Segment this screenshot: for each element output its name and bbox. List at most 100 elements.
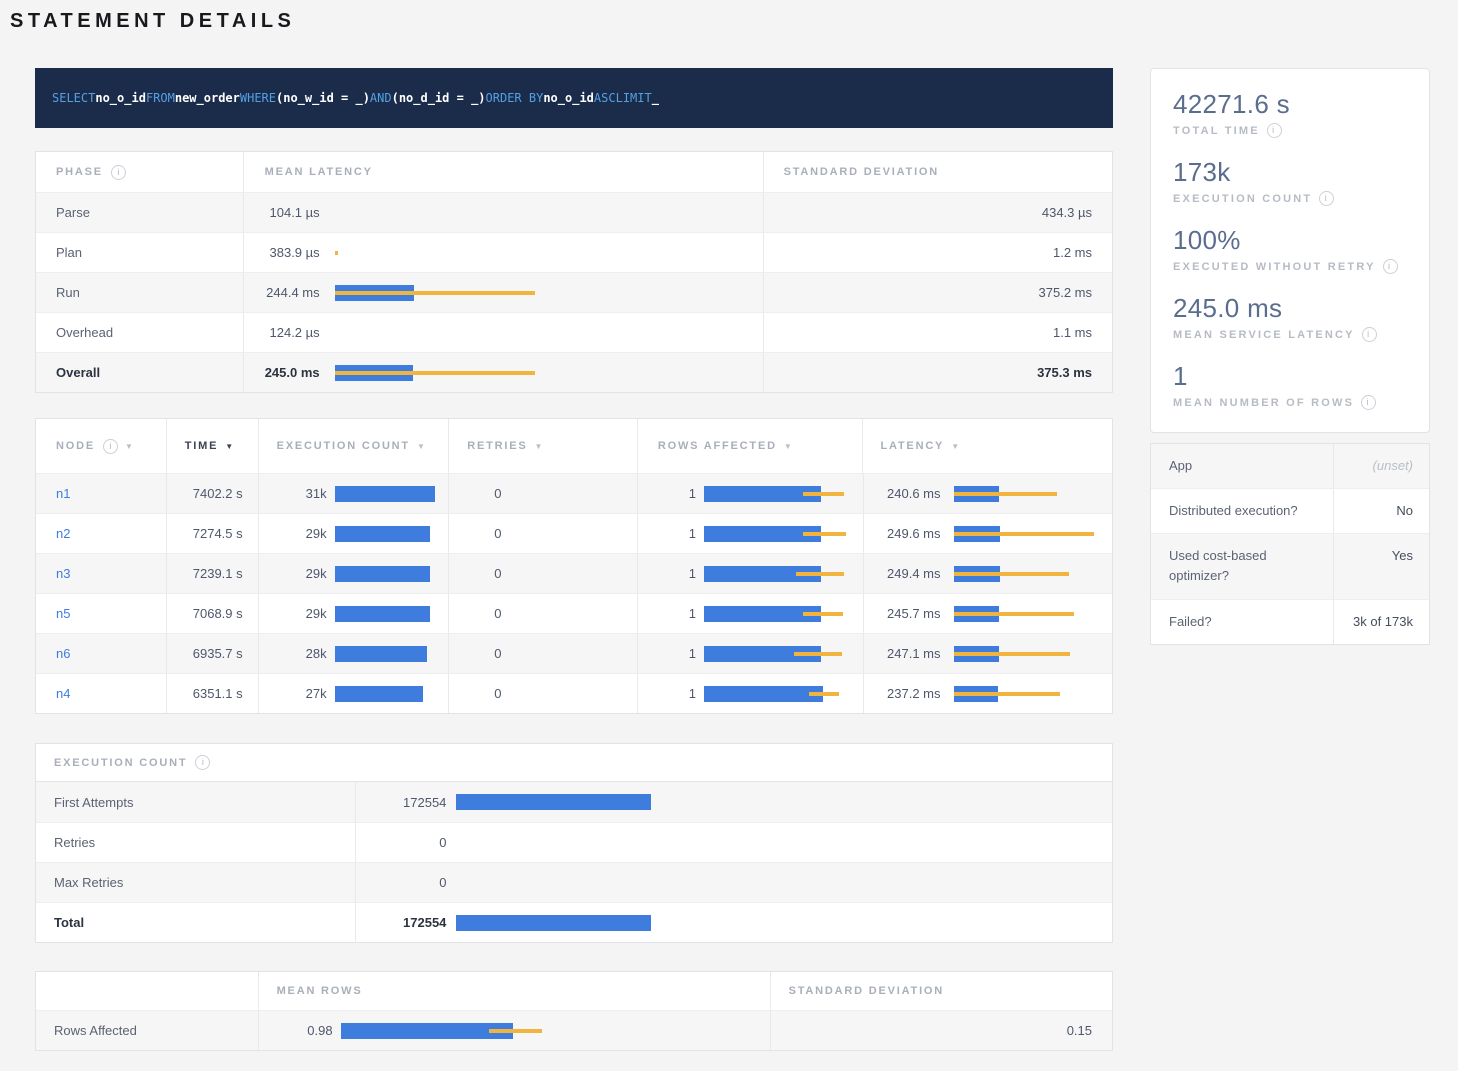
phase-label: Overall [56,365,100,380]
stat-mean-number-of-rows: 1 MEAN NUMBER OF ROWSi [1173,361,1407,410]
sort-header-execution-count[interactable]: EXECUTION COUNT ▼ [258,419,449,473]
info-icon[interactable]: i [1319,191,1334,206]
row-label: Total [54,915,84,930]
detail-label: Failed? [1151,600,1333,644]
detail-label: Distributed execution? [1151,489,1333,533]
sql-token: no_o_id [95,91,146,105]
time-value: 6351.1 s [193,686,243,701]
row-label: Retries [54,835,95,850]
execution-count-bar [335,686,450,702]
latency-bar [335,365,765,381]
table-row: n4 6351.1 s 27k 0 1 237.2 ms [36,673,1112,713]
node-link[interactable]: n3 [56,566,70,581]
mean-rows-bar [341,1023,761,1039]
std-dev-header-cell: STANDARD DEVIATION [763,152,1112,192]
page-title: STATEMENT DETAILS [10,10,1458,33]
node-table: NODE i ▼ TIME ▼ EXECUTION COUNT ▼ RETRIE… [35,418,1113,714]
stat-label: EXECUTION COUNTi [1173,191,1407,206]
latency-bar [335,205,765,221]
statement-details-layout: SELECT no_o_id FROM new_order WHERE (no_… [35,68,1428,1051]
stat-total-time: 42271.6 s TOTAL TIMEi [1173,89,1407,138]
detail-label: App [1151,444,1333,488]
latency-bar [335,325,765,341]
detail-row-distributed-execution: Distributed execution? No [1151,488,1429,533]
stat-label: EXECUTED WITHOUT RETRYi [1173,259,1407,274]
mean-latency-value: 245.0 ms [250,365,320,380]
sql-token: ASC [594,91,616,105]
retries-value: 0 [494,486,501,501]
sort-desc-icon: ▼ [784,442,792,451]
sort-header-rows-affected[interactable]: ROWS AFFECTED ▼ [637,419,863,473]
sql-token: AND [370,91,392,105]
table-row: n1 7402.2 s 31k 0 1 240.6 ms [36,473,1112,513]
info-icon[interactable]: i [111,165,126,180]
sql-token: WHERE [240,91,276,105]
std-dev-value: 1.2 ms [1053,245,1092,260]
execution-count-table: EXECUTION COUNT i First Attempts 172554 … [35,743,1113,943]
std-dev-value: 375.3 ms [1037,365,1092,380]
info-icon[interactable]: i [1361,395,1376,410]
details-card: App (unset) Distributed execution? No Us… [1150,443,1430,645]
sort-desc-icon: ▼ [125,442,133,451]
latency-value: 245.7 ms [878,606,941,621]
phase-label: Plan [56,245,82,260]
retries-value: 0 [494,526,501,541]
detail-value: No [1333,489,1429,533]
sql-token: _ [652,91,659,105]
detail-value: Yes [1333,534,1429,598]
execution-count-value: 29k [277,566,327,581]
node-link[interactable]: n6 [56,646,70,661]
latency-bar [954,566,1099,582]
table-row: n3 7239.1 s 29k 0 1 249.4 ms [36,553,1112,593]
node-link[interactable]: n5 [56,606,70,621]
node-table-header: NODE i ▼ TIME ▼ EXECUTION COUNT ▼ RETRIE… [36,419,1112,473]
sql-token: ORDER BY [486,91,544,105]
execution-count-value: 31k [277,486,327,501]
phase-header-cell: PHASE i [36,152,243,192]
node-link[interactable]: n1 [56,486,70,501]
sort-header-retries[interactable]: RETRIES ▼ [448,419,637,473]
phase-table: PHASE i MEAN LATENCY STANDARD DEVIATION … [35,151,1113,393]
stat-executed-without-retry: 100% EXECUTED WITHOUT RETRYi [1173,225,1407,274]
info-icon[interactable]: i [103,439,118,454]
sort-header-time[interactable]: TIME ▼ [166,419,258,473]
sort-header-node[interactable]: NODE i ▼ [36,419,166,473]
time-value: 7274.5 s [193,526,243,541]
retries-value: 0 [494,606,501,621]
rows-affected-value: 1 [638,566,696,581]
summary-card: 42271.6 s TOTAL TIMEi 173k EXECUTION COU… [1150,68,1430,433]
node-link[interactable]: n4 [56,686,70,701]
latency-bar [335,245,765,261]
detail-row-cost-based-optimizer: Used cost-based optimizer? Yes [1151,533,1429,598]
table-row: Parse 104.1 µs 434.3 µs [36,192,1112,232]
table-row: Run 244.4 ms 375.2 ms [36,272,1112,312]
latency-bar [954,486,1099,502]
sql-token: (no_w_id = _) [276,91,370,105]
sql-token: SELECT [52,91,95,105]
mean-latency-value: 104.1 µs [250,205,320,220]
phase-header-label: PHASE [56,166,103,178]
std-dev-value: 434.3 µs [1042,205,1092,220]
info-icon[interactable]: i [1362,327,1377,342]
detail-label: Used cost-based optimizer? [1151,534,1333,598]
info-icon[interactable]: i [195,755,210,770]
execution-count-bar [335,646,450,662]
execution-count-value: 29k [277,606,327,621]
info-icon[interactable]: i [1383,259,1398,274]
rows-affected-bar [704,686,864,702]
table-row: Max Retries 0 [36,862,1112,902]
mean-latency-header-cell: MEAN LATENCY [243,152,763,192]
sort-header-latency[interactable]: LATENCY ▼ [862,419,1112,473]
latency-value: 249.4 ms [878,566,941,581]
rows-affected-value: 1 [638,686,696,701]
row-label: Max Retries [54,875,123,890]
info-icon[interactable]: i [1267,123,1282,138]
execution-count-value: 29k [277,526,327,541]
stat-execution-count: 173k EXECUTION COUNTi [1173,157,1407,206]
node-link[interactable]: n2 [56,526,70,541]
time-value: 7239.1 s [193,566,243,581]
count-bar [456,794,1056,810]
std-dev-header-label: STANDARD DEVIATION [789,985,944,997]
phase-table-header: PHASE i MEAN LATENCY STANDARD DEVIATION [36,152,1112,192]
table-row: Rows Affected 0.98 0.15 [36,1010,1112,1050]
